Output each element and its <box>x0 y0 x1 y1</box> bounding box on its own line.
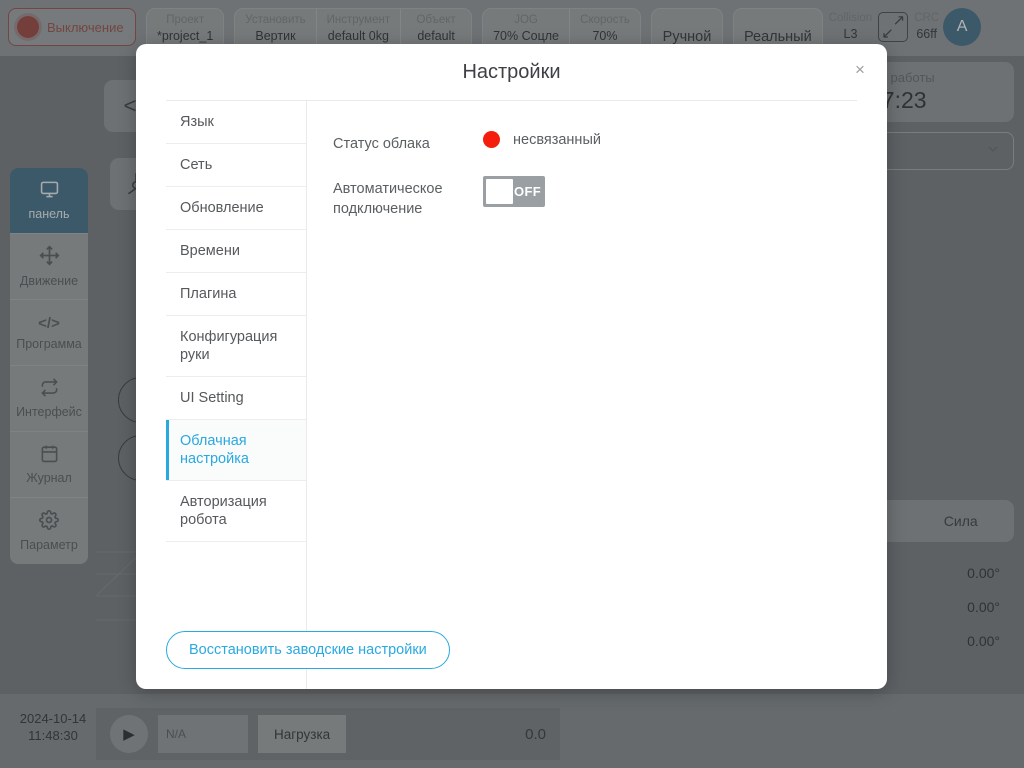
settings-dialog: Настройки × Язык Сеть Обновление Времени… <box>136 44 887 689</box>
dialog-footer: Восстановить заводские настройки <box>136 631 887 689</box>
cloud-status-label: Статус облака <box>333 136 430 152</box>
settings-content: Статус облака несвязанный Автоматическое… <box>307 101 857 689</box>
sidebar-item-robot-authorization[interactable]: Авторизация робота <box>166 481 306 542</box>
toggle-knob <box>486 179 513 204</box>
dialog-body: Язык Сеть Обновление Времени Плагина Кон… <box>166 100 857 689</box>
sidebar-item-time[interactable]: Времени <box>166 230 306 273</box>
settings-sidebar: Язык Сеть Обновление Времени Плагина Кон… <box>166 101 307 689</box>
auto-connect-label: Автоматическое подключение <box>333 181 443 217</box>
sidebar-item-arm-configuration[interactable]: Конфигурация руки <box>166 316 306 377</box>
sidebar-item-network[interactable]: Сеть <box>166 144 306 187</box>
page-title: Настройки <box>462 60 561 83</box>
sidebar-item-update[interactable]: Обновление <box>166 187 306 230</box>
status-badge <box>483 131 500 148</box>
sidebar-item-plugin[interactable]: Плагина <box>166 273 306 316</box>
auto-connect-value-group: OFF <box>483 176 545 207</box>
cloud-status-row: Статус облака несвязанный <box>333 131 857 154</box>
cloud-status-text: несвязанный <box>513 131 601 148</box>
toggle-state-label: OFF <box>514 184 541 199</box>
cloud-status-value-group: несвязанный <box>483 131 601 148</box>
dialog-header: Настройки × <box>136 44 887 100</box>
close-icon[interactable]: × <box>849 58 871 80</box>
application-root: Выключение Проект *project_1 Установить … <box>0 0 1024 768</box>
restore-factory-settings-button[interactable]: Восстановить заводские настройки <box>166 631 450 669</box>
sidebar-item-ui-setting[interactable]: UI Setting <box>166 377 306 420</box>
auto-connect-toggle[interactable]: OFF <box>483 176 545 207</box>
sidebar-item-cloud-setting[interactable]: Облачная настройка <box>166 420 306 481</box>
auto-connect-row: Автоматическое подключение OFF <box>333 176 857 219</box>
sidebar-item-language[interactable]: Язык <box>166 101 306 144</box>
